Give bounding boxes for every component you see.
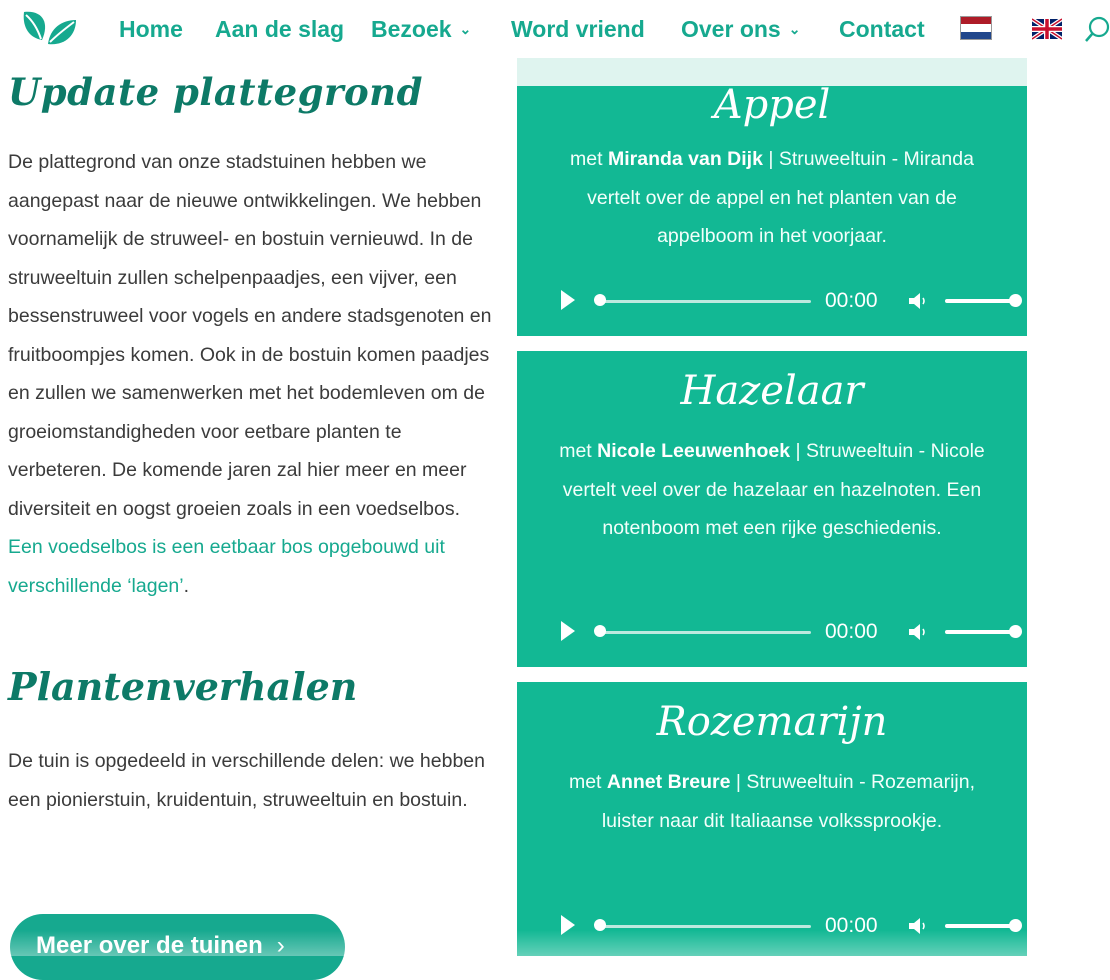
main-navigation: Home Aan de slag Bezoek ⌄ Word vriend Ove… [0, 0, 1110, 58]
plattegrond-paragraph: De plattegrond van onze stadstuinen hebb… [8, 143, 498, 605]
nav-home[interactable]: Home [119, 14, 183, 44]
progress-slider[interactable] [597, 925, 811, 928]
dutch-flag-icon[interactable] [960, 16, 992, 40]
time-display: 00:00 [825, 914, 878, 937]
audio-player: 00:00 [561, 913, 1022, 939]
uk-flag-icon[interactable] [1032, 18, 1062, 40]
card-prefix: met [570, 148, 608, 170]
nav-bezoek[interactable]: Bezoek ⌄ [371, 14, 471, 44]
card-prefix: met [559, 440, 598, 462]
play-icon[interactable] [561, 915, 575, 935]
chevron-down-icon: ⌄ [788, 21, 801, 37]
volume-icon[interactable] [907, 621, 929, 643]
nav-over-ons[interactable]: Over ons ⌄ [681, 14, 800, 44]
time-display: 00:00 [825, 289, 878, 312]
audio-card-hazelaar: Hazelaar met Nicole Leeuwenhoek | Struwe… [517, 351, 1027, 667]
chevron-right-icon: › [276, 932, 285, 959]
plantenverhalen-heading: Plantenverhalen [8, 664, 358, 709]
card-description: met Nicole Leeuwenhoek | Struweeltuin - … [552, 432, 992, 548]
volume-slider[interactable] [945, 299, 1015, 303]
update-plattegrond-heading: Update plattegrond [8, 70, 423, 114]
leaf-logo-icon[interactable] [20, 6, 78, 52]
nav-bezoek-label: Bezoek [371, 16, 452, 42]
audio-player: 00:00 [561, 619, 1022, 645]
volume-icon[interactable] [907, 290, 929, 312]
time-display: 00:00 [825, 620, 878, 643]
nav-word-vriend[interactable]: Word vriend [511, 14, 645, 44]
audio-player: 00:00 [561, 288, 1022, 314]
voedselbos-link[interactable]: Een voedselbos is een eetbaar bos opgebo… [8, 536, 445, 597]
search-icon[interactable] [1084, 15, 1110, 45]
plantenverhalen-paragraph: De tuin is opgedeeld in verschillende de… [8, 750, 485, 811]
card-title: Rozemarijn [656, 699, 888, 745]
nav-contact[interactable]: Contact [839, 14, 925, 44]
nav-contact-label: Contact [839, 16, 925, 42]
card-title: Appel [713, 82, 831, 128]
card-description: met Miranda van Dijk | Struweeltuin - Mi… [552, 140, 992, 256]
card-description: met Annet Breure | Struweeltuin - Rozema… [552, 763, 992, 840]
card-title: Hazelaar [680, 368, 864, 414]
progress-handle[interactable] [594, 625, 606, 637]
card-person: Nicole Leeuwenhoek [597, 440, 791, 462]
nav-aan-de-slag[interactable]: Aan de slag [215, 14, 344, 44]
meer-over-de-tuinen-button[interactable]: Meer over de tuinen › [10, 914, 345, 980]
card-prefix: met [568, 771, 607, 793]
volume-handle[interactable] [1009, 919, 1022, 932]
progress-handle[interactable] [594, 919, 606, 931]
progress-slider[interactable] [597, 300, 811, 303]
progress-handle[interactable] [594, 294, 606, 306]
nav-aan-de-slag-label: Aan de slag [215, 16, 345, 42]
volume-slider[interactable] [945, 924, 1015, 928]
volume-handle[interactable] [1009, 294, 1022, 307]
card-person: Annet Breure [606, 771, 731, 793]
play-icon[interactable] [561, 290, 575, 310]
card-person: Miranda van Dijk [607, 148, 763, 170]
volume-icon[interactable] [907, 915, 929, 937]
nav-home-label: Home [119, 16, 183, 42]
chevron-down-icon: ⌄ [459, 21, 472, 37]
play-icon[interactable] [561, 621, 575, 641]
plattegrond-text: De plattegrond van onze stadstuinen hebb… [8, 151, 492, 520]
cta-label: Meer over de tuinen [36, 932, 263, 959]
progress-slider[interactable] [597, 631, 811, 634]
nav-over-ons-label: Over ons [681, 16, 781, 42]
volume-handle[interactable] [1009, 625, 1022, 638]
audio-card-appel: Appel met Miranda van Dijk | Struweeltui… [517, 82, 1027, 336]
plattegrond-end: . [183, 574, 190, 597]
audio-card-rozemarijn: Rozemarijn met Annet Breure | Struweeltu… [517, 682, 1027, 956]
volume-slider[interactable] [945, 630, 1015, 634]
nav-word-vriend-label: Word vriend [511, 16, 645, 42]
